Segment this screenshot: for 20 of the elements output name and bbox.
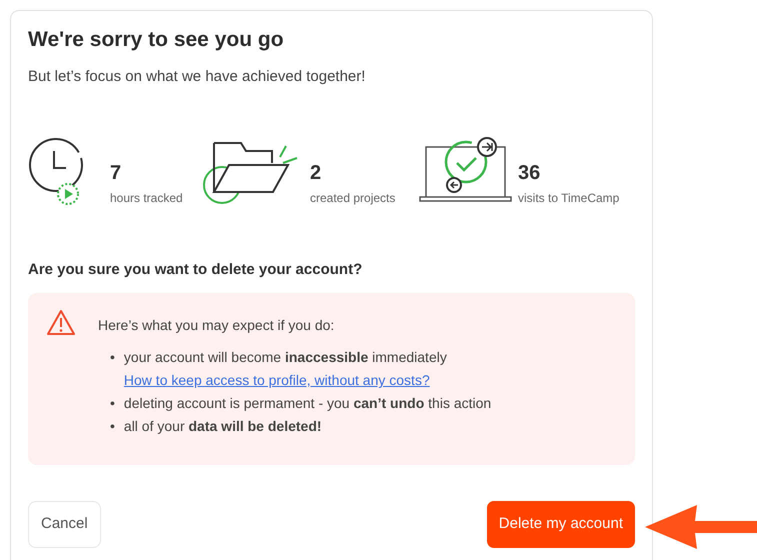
bullet-marker: •: [110, 394, 115, 414]
question: Are you sure you want to delete your account?: [28, 260, 364, 280]
stat-label: hours tracked: [110, 190, 183, 207]
stat-value: 36: [518, 162, 542, 183]
warning-icon: [46, 309, 76, 336]
bullet-text: your account will become inaccessible immediately: [124, 349, 447, 366]
warning-intro: Here’s what you may expect if you do:: [98, 316, 336, 336]
subtitle: But let’s focus on what we have achieved together!: [28, 67, 366, 88]
bullet-text: deleting account is permament - you can’t undo this action: [124, 395, 492, 412]
stat-label: visits to TimeCamp: [518, 190, 620, 207]
bullet-text: all of your data will be deleted!: [124, 418, 322, 434]
bullet-marker: •: [110, 348, 115, 368]
stat-value: 2: [310, 162, 322, 183]
cancel-button[interactable]: Cancel: [28, 501, 101, 548]
help-link[interactable]: How to keep access to profile, without any costs?: [124, 369, 430, 392]
bullet-marker: •: [110, 417, 115, 436]
delete-account-button[interactable]: Delete my account: [486, 501, 635, 548]
stat-value: 7: [110, 162, 122, 183]
dialog-title: We're sorry to see you go: [28, 27, 285, 52]
stat-label: created projects: [310, 190, 396, 207]
